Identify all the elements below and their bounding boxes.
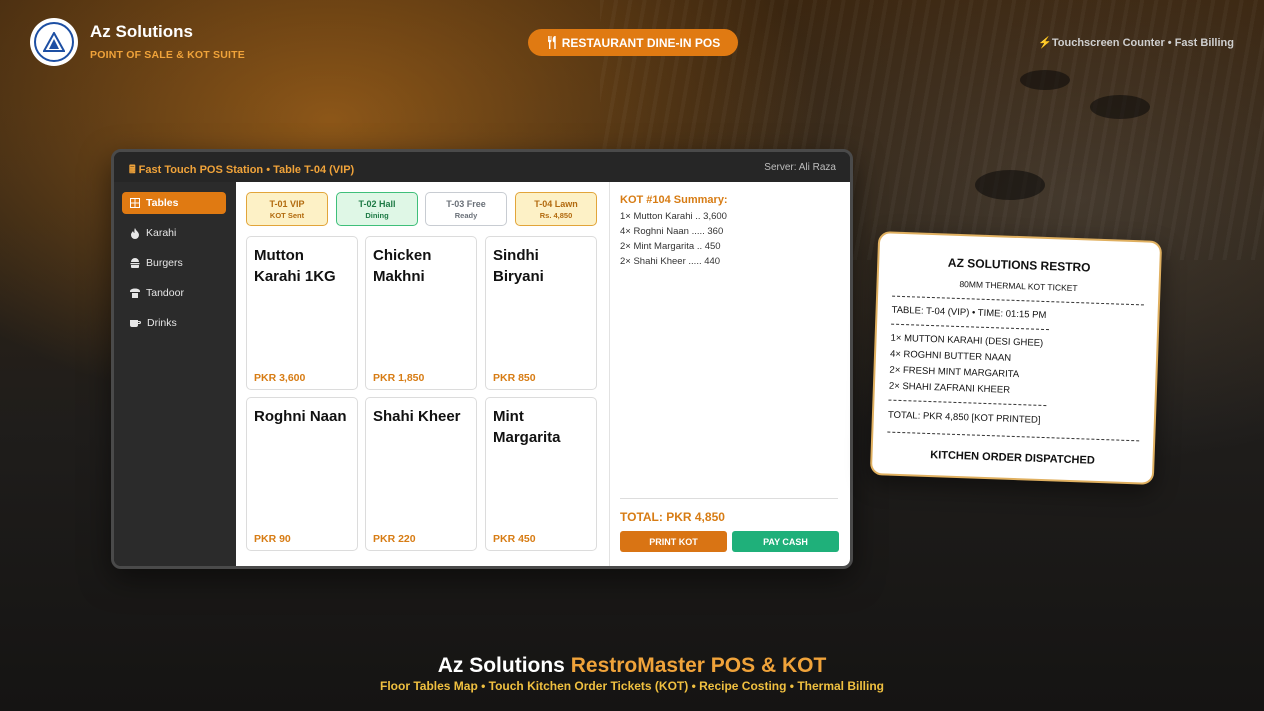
- sidebar-item-karahi[interactable]: Karahi: [122, 222, 226, 244]
- receipt-title: AZ SOLUTIONS RESTRO: [947, 255, 1091, 275]
- table-chip-t02[interactable]: T-02 Hall Dining: [336, 192, 418, 226]
- logo-icon: [43, 32, 65, 52]
- fire-icon: [131, 227, 139, 239]
- pos-title: 🖩 Fast Touch POS Station • Table T-04 (V…: [129, 161, 354, 180]
- brand-name: Az Solutions: [90, 22, 193, 41]
- menu-item-name: Sindhi Biryani: [493, 247, 544, 285]
- register-icon: 🖩: [129, 164, 136, 176]
- mode-label: RESTAURANT DINE-IN POS: [561, 35, 721, 50]
- burger-icon: [130, 258, 140, 268]
- footer-subtitle: Floor Tables Map • Touch Kitchen Order T…: [380, 679, 884, 693]
- menu-item-name: Roghni Naan: [254, 408, 347, 425]
- receipt-divider: [891, 323, 1050, 331]
- menu-item-price: PKR 3,600: [254, 372, 306, 384]
- grid-icon: [130, 198, 140, 208]
- kot-lines: 1× Mutton Karahi .. 3,600 4× Roghni Naan…: [620, 209, 727, 269]
- header-tagline-text: Touchscreen Counter • Fast Billing: [1051, 37, 1234, 49]
- header-tagline: ⚡Touchscreen Counter • Fast Billing: [1038, 36, 1234, 49]
- menu-item-card[interactable]: Roghni Naan PKR 90: [246, 397, 358, 551]
- sidebar-item-tandoor[interactable]: Tandoor: [122, 282, 226, 304]
- brand-subtitle: POINT OF SALE & KOT SUITE: [90, 49, 245, 61]
- sidebar-item-burgers[interactable]: Burgers: [122, 252, 226, 274]
- table-chip-t03[interactable]: T-03 Free Ready: [425, 192, 507, 226]
- kot-receipt: AZ SOLUTIONS RESTRO 80MM THERMAL KOT TIC…: [869, 231, 1163, 485]
- brand-logo: [30, 18, 78, 66]
- table-chip-t04[interactable]: T-04 Lawn Rs. 4,850: [515, 192, 597, 226]
- category-sidebar: Tables Karahi Burgers Tandoor Drinks: [114, 182, 236, 566]
- table-name: T-01 VIP: [269, 198, 305, 209]
- menu-item-price: PKR 90: [254, 533, 291, 545]
- menu-item-name: Chicken Makhni: [373, 247, 432, 285]
- pay-cash-button[interactable]: PAY CASH: [732, 531, 839, 552]
- pos-window: 🖩 Fast Touch POS Station • Table T-04 (V…: [111, 149, 853, 569]
- menu-item-price: PKR 220: [373, 533, 416, 545]
- pos-title-text: Fast Touch POS Station • Table T-04 (VIP…: [138, 164, 355, 176]
- mode-pill: RESTAURANT DINE-IN POS: [528, 29, 738, 56]
- menu-item-card[interactable]: Mint Margarita PKR 450: [485, 397, 597, 551]
- menu-item-name: Mint Margarita: [493, 408, 561, 446]
- sidebar-item-drinks[interactable]: Drinks: [122, 312, 226, 334]
- background-lamp: [975, 170, 1045, 200]
- background-lamp: [1090, 95, 1150, 119]
- kot-line: 2× Mint Margarita .. 450: [620, 241, 721, 252]
- print-kot-button[interactable]: PRINT KOT: [620, 531, 727, 552]
- pos-titlebar: 🖩 Fast Touch POS Station • Table T-04 (V…: [114, 152, 850, 182]
- receipt-divider: [887, 431, 1140, 442]
- oven-icon: [130, 288, 140, 298]
- cutlery-icon: [547, 36, 556, 49]
- divider: [620, 498, 838, 499]
- sidebar-item-label: Burgers: [146, 257, 183, 269]
- sidebar-item-tables[interactable]: Tables: [122, 192, 226, 214]
- server-label: Server: Ali Raza: [764, 162, 836, 173]
- receipt-footer: KITCHEN ORDER DISPATCHED: [930, 449, 1095, 467]
- menu-item-card[interactable]: Chicken Makhni PKR 1,850: [365, 236, 477, 390]
- kot-line: 2× Shahi Kheer ..... 440: [620, 256, 721, 267]
- table-status: KOT Sent: [269, 210, 305, 220]
- menu-item-name: Mutton Karahi 1KG: [254, 247, 336, 285]
- menu-item-name: Shahi Kheer: [373, 408, 461, 425]
- sidebar-item-label: Tables: [146, 197, 179, 209]
- kot-total: TOTAL: PKR 4,850: [620, 510, 725, 524]
- receipt-table-line: TABLE: T-04 (VIP) • TIME: 01:15 PM: [891, 304, 1047, 322]
- menu-item-price: PKR 850: [493, 372, 536, 384]
- receipt-total: TOTAL: PKR 4,850 [KOT PRINTED]: [887, 409, 1041, 426]
- footer-title: Az Solutions RestroMaster POS & KOT: [0, 654, 1264, 678]
- sidebar-item-label: Karahi: [146, 227, 177, 239]
- sidebar-item-label: Tandoor: [146, 287, 184, 299]
- table-name: T-03 Free: [446, 198, 486, 209]
- table-status: Ready: [454, 210, 478, 220]
- table-name: T-02 Hall: [358, 198, 396, 209]
- receipt-subtitle: 80MM THERMAL KOT TICKET: [959, 278, 1078, 294]
- receipt-items: 1× MUTTON KARAHI (DESI GHEE) 4× ROGHNI B…: [889, 331, 1044, 400]
- table-status: Dining: [365, 210, 389, 220]
- menu-item-price: PKR 1,850: [373, 372, 425, 384]
- bolt-icon: ⚡: [1038, 37, 1052, 49]
- table-status: Rs. 4,850: [539, 210, 573, 220]
- footer-title-brand: Az Solutions: [437, 654, 565, 677]
- kot-line: 1× Mutton Karahi .. 3,600: [620, 211, 727, 222]
- cup-icon: [130, 320, 141, 327]
- kot-summary-panel: KOT #104 Summary: 1× Mutton Karahi .. 3,…: [609, 182, 850, 566]
- table-name: T-04 Lawn: [534, 198, 578, 209]
- menu-item-card[interactable]: Mutton Karahi 1KG PKR 3,600: [246, 236, 358, 390]
- receipt-divider: [888, 399, 1047, 407]
- menu-item-card[interactable]: Sindhi Biryani PKR 850: [485, 236, 597, 390]
- menu-area: T-01 VIP KOT Sent T-02 Hall Dining T-03 …: [236, 182, 609, 566]
- background-lamp: [1020, 70, 1070, 90]
- kot-line: 4× Roghni Naan ..... 360: [620, 226, 724, 237]
- menu-item-card[interactable]: Shahi Kheer PKR 220: [365, 397, 477, 551]
- kot-title: KOT #104 Summary:: [620, 194, 728, 206]
- sidebar-item-label: Drinks: [147, 317, 177, 329]
- table-chip-t01[interactable]: T-01 VIP KOT Sent: [246, 192, 328, 226]
- menu-item-price: PKR 450: [493, 533, 536, 545]
- footer-title-product: RestroMaster POS & KOT: [570, 654, 827, 677]
